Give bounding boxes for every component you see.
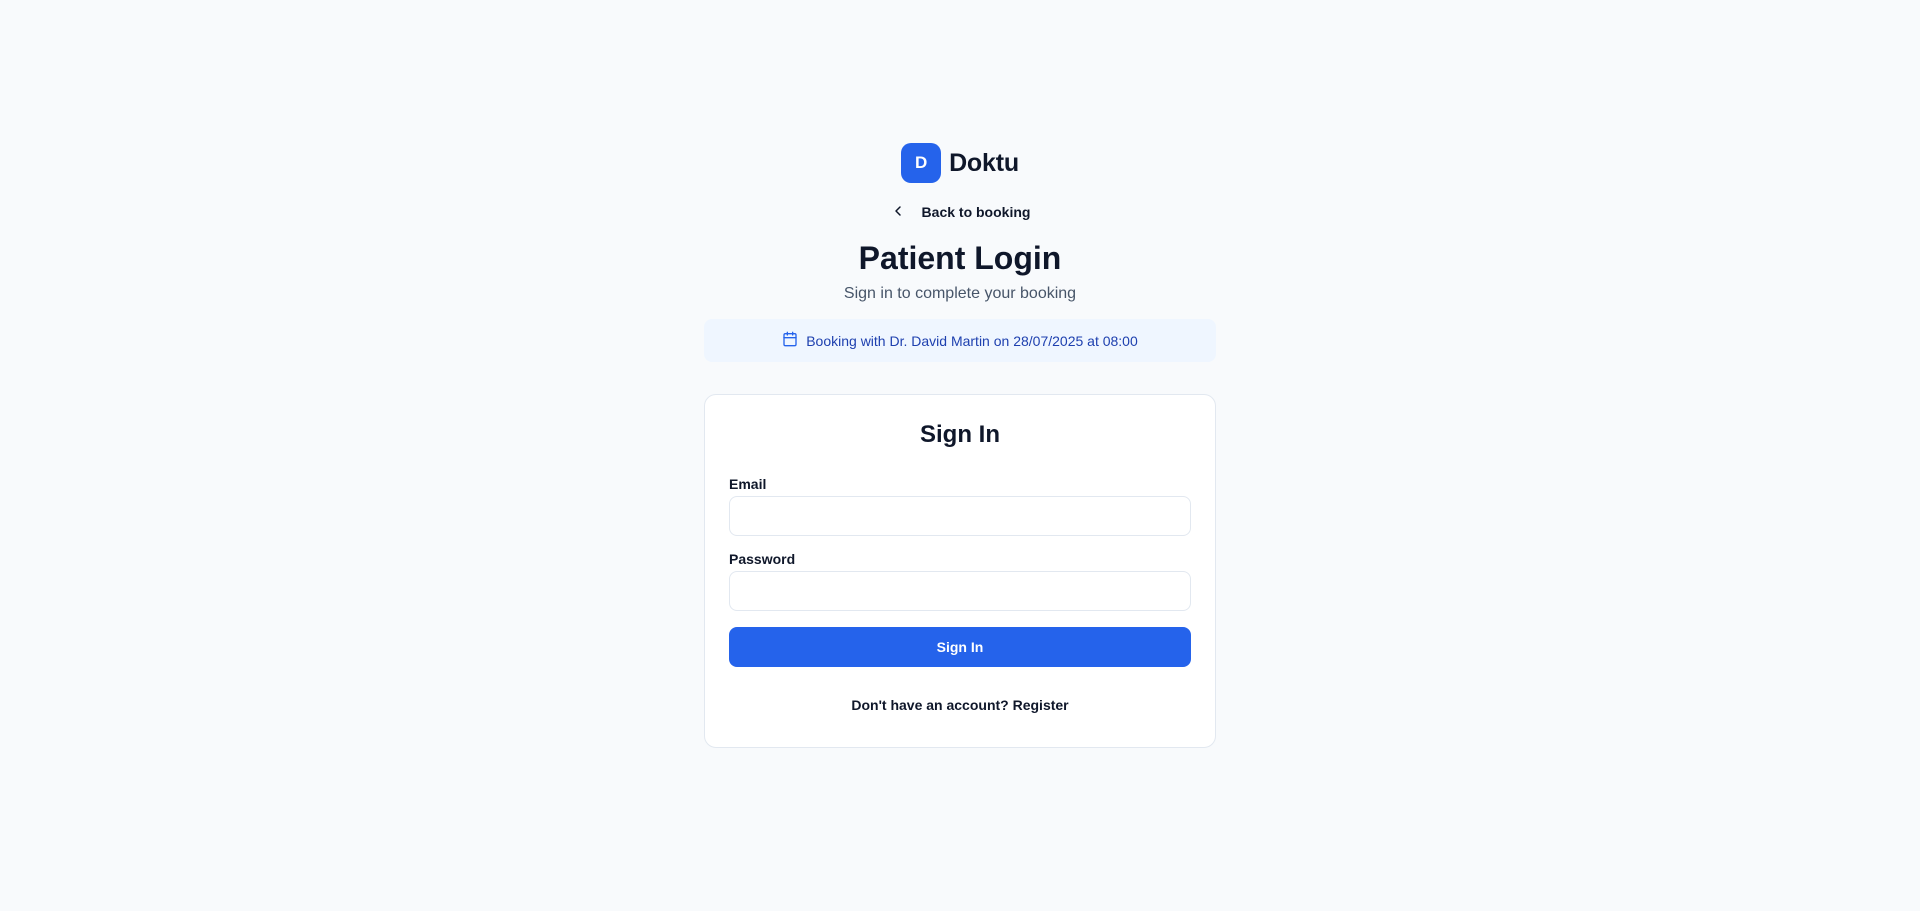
- booking-info-text: Booking with Dr. David Martin on 28/07/2…: [806, 332, 1138, 349]
- register-link[interactable]: Register: [1013, 697, 1069, 713]
- register-prompt: Don't have an account? Register: [729, 695, 1191, 715]
- email-input[interactable]: [729, 496, 1191, 536]
- booking-info-banner: Booking with Dr. David Martin on 28/07/2…: [704, 319, 1216, 362]
- sign-in-title: Sign In: [920, 421, 1000, 448]
- page-subtitle: Sign in to complete your booking: [843, 285, 1077, 302]
- sign-in-button[interactable]: Sign In: [729, 627, 1191, 667]
- login-container: D Doktu Back to booking Patient Login Si…: [704, 143, 1216, 748]
- sign-in-card: Sign In Email Password Sign In Don't hav…: [704, 394, 1216, 748]
- email-label: Email: [729, 476, 767, 492]
- back-to-booking-label: Back to booking: [921, 204, 1031, 220]
- back-to-booking-link[interactable]: Back to booking: [704, 200, 1216, 224]
- email-field-group: Email: [729, 475, 1191, 536]
- brand-logo: D: [901, 143, 942, 183]
- brand-header: D Doktu: [704, 143, 1216, 183]
- password-input[interactable]: [729, 571, 1191, 611]
- login-page: D Doktu Back to booking Patient Login Si…: [0, 0, 1920, 911]
- password-field-group: Password: [729, 550, 1191, 611]
- page-title: Patient Login: [858, 240, 1062, 276]
- register-prompt-text: Don't have an account?: [851, 697, 1009, 713]
- chevron-left-icon: [890, 203, 906, 222]
- calendar-icon: [782, 331, 798, 350]
- brand-name: Doktu: [949, 148, 1019, 177]
- password-label: Password: [729, 551, 796, 567]
